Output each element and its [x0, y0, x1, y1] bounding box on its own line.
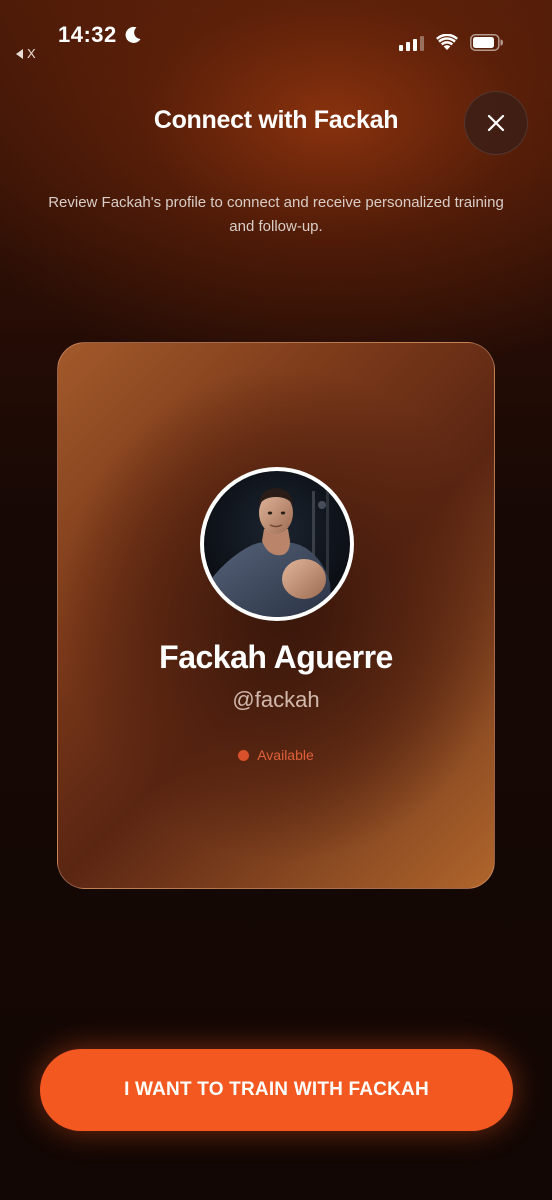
profile-name: Fackah Aguerre	[159, 639, 393, 675]
page-subtitle: Review Fackah's profile to connect and r…	[48, 194, 504, 235]
battery-icon	[470, 34, 503, 51]
close-button[interactable]	[464, 91, 528, 155]
status-label: Available	[257, 747, 314, 763]
back-app-label: X	[27, 46, 36, 61]
moon-icon	[125, 26, 141, 43]
status-dot-icon	[238, 749, 250, 761]
back-to-app-link[interactable]: X	[16, 46, 36, 61]
status-badge: Available	[58, 747, 494, 763]
avatar-photo	[204, 471, 350, 617]
close-icon	[487, 114, 505, 132]
wifi-icon	[436, 34, 458, 50]
back-arrow-icon	[16, 48, 23, 59]
profile-handle: @fackah	[232, 687, 320, 712]
avatar	[200, 467, 354, 621]
status-time: 14:32	[58, 22, 143, 48]
cellular-signal-icon	[399, 35, 424, 51]
train-with-trainer-button[interactable]: I WANT TO TRAIN WITH FACKAH	[40, 1049, 513, 1131]
status-indicators	[399, 34, 504, 51]
clock-text: 14:32	[58, 22, 117, 47]
profile-card: Fackah Aguerre @fackah Available	[57, 342, 495, 889]
